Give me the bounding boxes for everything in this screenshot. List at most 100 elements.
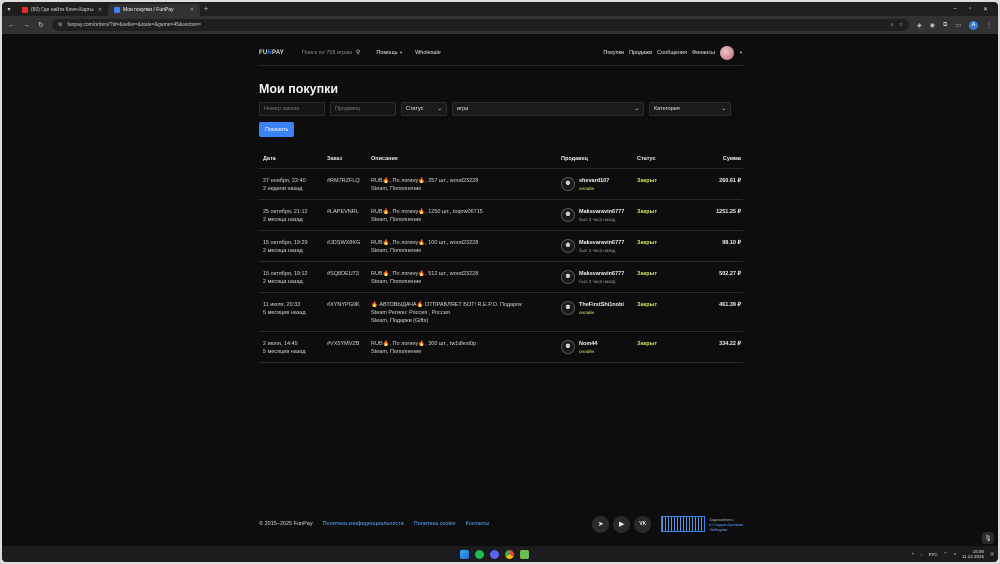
windows-start-icon[interactable] <box>460 549 469 559</box>
tab-title: Мои покупки / FunPay <box>123 7 174 13</box>
table-row[interactable]: 27 ноября, 22:40 2 недели назад #RM7RZFLQ R… <box>259 168 743 200</box>
order-id[interactable]: #RM7RZFLQ <box>323 168 367 200</box>
column-order: Заказ <box>323 150 367 169</box>
cookie-link[interactable]: Политика cookie <box>414 521 456 527</box>
bookmark-star-icon[interactable]: ☆ <box>899 22 903 28</box>
forward-icon[interactable]: → <box>23 22 30 29</box>
search-icon[interactable]: ⚲ <box>356 49 360 56</box>
seller-avatar[interactable]: ⚉ <box>561 339 575 354</box>
seller-cell[interactable]: ⚉ Maksvaravin6777 был 3 часа назад <box>557 230 633 262</box>
table-row[interactable]: 25 октября, 21:12 2 месяца назад #LAPEVNRL… <box>259 199 743 231</box>
seller-name[interactable]: Nom44 <box>579 341 597 347</box>
browser-menu-icon[interactable]: ⋮ <box>986 22 992 29</box>
seller-avatar[interactable]: ⚉ <box>561 176 575 191</box>
seller-cell[interactable]: ⚉ Maksvaravin6777 был 3 часа назад <box>557 261 633 293</box>
status-select[interactable]: Статус ⌄ <box>401 102 447 116</box>
seller-cell[interactable]: ⚉ shevard107 онлайн <box>557 168 633 200</box>
nav-help[interactable]: Помощь ▼ <box>376 50 403 56</box>
close-tab-icon[interactable]: ✕ <box>190 7 194 13</box>
order-desc-cell: RUB🔥, По логину🔥, 1250 шт., toqnw06715 St… <box>367 199 557 231</box>
order-ago: 5 месяцев назад <box>263 309 306 316</box>
spotify-icon[interactable] <box>475 549 484 559</box>
chevron-down-icon[interactable]: ▼ <box>739 50 743 55</box>
youtube-icon[interactable]: ▶ <box>613 515 631 533</box>
microphone-icon[interactable]: 🎙 <box>982 532 994 544</box>
category-select-value: Категория <box>654 106 680 112</box>
tray-mic-icon[interactable]: ◌ <box>920 552 923 557</box>
show-button[interactable]: Показать <box>259 122 295 137</box>
order-desc-line2: Steam, Пополнение <box>371 185 422 192</box>
seller-status: онлайн <box>579 309 595 315</box>
extensions-puzzle-icon[interactable]: ⧉ <box>943 22 947 29</box>
address-bar[interactable]: ⚙ funpay.com/orders/?id=&seller=&state=&… <box>51 19 910 31</box>
table-row[interactable]: 15 октября, 19:12 2 месяца назад #SQ8DEU73… <box>259 261 743 293</box>
nav-messages[interactable]: Сообщения <box>657 50 687 56</box>
seller-name[interactable]: TheFirstShi1nobi <box>579 302 624 308</box>
order-id[interactable]: #JDSWX8KG <box>323 230 367 262</box>
volume-icon[interactable]: ◃ <box>954 551 956 557</box>
table-row[interactable]: 11 июля, 20:33 5 месяцев назад #XYNYPG9K 🔥 … <box>259 292 743 332</box>
seller-avatar[interactable]: ⚉ <box>561 300 575 315</box>
funpay-logo[interactable]: FUNPAY <box>259 50 284 56</box>
extension-icon[interactable]: ◈ <box>917 22 922 29</box>
back-icon[interactable]: ← <box>8 22 15 29</box>
reload-icon[interactable]: ↻ <box>38 21 44 29</box>
clock[interactable]: 15:56 11.12.2025 <box>962 549 984 559</box>
seller-name[interactable]: Maksvaravin6777 <box>579 209 624 215</box>
order-id[interactable]: #LAPEVNRL <box>323 199 367 231</box>
chrome-icon[interactable] <box>505 549 514 559</box>
seller-input[interactable]: Продавец <box>330 102 396 116</box>
nav-purchases[interactable]: Покупки <box>603 50 624 56</box>
url-text[interactable]: funpay.com/orders/?id=&seller=&state=&ga… <box>67 22 886 28</box>
extension-icon-2[interactable]: ◉ <box>930 22 935 29</box>
seller-avatar[interactable]: ⚉ <box>561 238 575 253</box>
nav-wholesale[interactable]: Wholesale <box>415 50 441 56</box>
order-ago: 2 месяца назад <box>263 247 303 254</box>
order-desc-part: АВТОВЫДАЧА <box>377 301 417 308</box>
privacy-link[interactable]: Политика конфиденциальности <box>323 521 404 527</box>
table-row[interactable]: 2 июля, 14:45 5 месяцев назад #VX5YMVZB RUB… <box>259 331 743 363</box>
seller-cell[interactable]: ⚉ Maksvaravin6777 был 3 часа назад <box>557 199 633 231</box>
seller-avatar[interactable]: ⚉ <box>561 207 575 222</box>
new-tab-button[interactable]: + <box>200 6 212 13</box>
contacts-link[interactable]: Контакты <box>466 521 490 527</box>
order-id[interactable]: #VX5YMVZB <box>323 331 367 363</box>
zoom-icon[interactable]: ⌕ <box>891 22 894 28</box>
tab-funpay[interactable]: Мои покупки / FunPay ✕ <box>108 4 200 16</box>
telegram-icon[interactable]: ➤ <box>592 515 610 533</box>
sidebar-icon[interactable]: ▭ <box>955 22 961 29</box>
tab-search-icon[interactable]: ▾ <box>2 6 16 13</box>
seller-cell[interactable]: ⚉ Nom44 онлайн <box>557 331 633 363</box>
order-number-input[interactable]: Номер заказа <box>259 102 325 116</box>
vk-icon[interactable]: VK <box>634 515 652 533</box>
order-id[interactable]: #SQ8DEU73 <box>323 261 367 293</box>
maximize-icon[interactable]: ▫ <box>969 6 971 13</box>
seller-name[interactable]: Maksvaravin6777 <box>579 240 624 246</box>
search-field[interactable]: Поиск по 758 играм ⚲ <box>302 49 360 57</box>
minimize-icon[interactable]: – <box>953 6 956 13</box>
seller-cell[interactable]: ⚉ TheFirstShi1nobi онлайн <box>557 292 633 332</box>
app-icon[interactable] <box>520 549 529 559</box>
browser-window: ▾ (80) Где найти Ключ-Карты на ✕ Мои пок… <box>2 2 998 562</box>
order-id[interactable]: #XYNYPG9K <box>323 292 367 332</box>
language-indicator[interactable]: РУС <box>929 552 938 557</box>
category-select[interactable]: Категория ⌄ <box>649 102 731 116</box>
profile-avatar-icon[interactable]: A <box>969 20 978 30</box>
seller-avatar[interactable]: ⚉ <box>561 269 575 284</box>
user-avatar[interactable] <box>720 45 735 60</box>
seller-name[interactable]: shevard107 <box>579 178 609 184</box>
tray-chevron-icon[interactable]: ^ <box>912 552 914 557</box>
nav-finance[interactable]: Финансы <box>692 50 715 56</box>
seller-name[interactable]: Maksvaravin6777 <box>579 271 624 277</box>
site-info-icon[interactable]: ⚙ <box>58 22 62 28</box>
nav-sales[interactable]: Продажи <box>629 50 652 56</box>
close-window-icon[interactable]: ✕ <box>983 6 988 13</box>
network-icon[interactable]: ◠ <box>944 551 948 557</box>
discord-icon[interactable] <box>490 549 499 559</box>
table-row[interactable]: 15 октября, 19:29 2 месяца назад #JDSWX8KG… <box>259 230 743 262</box>
notification-icon[interactable]: ◎ <box>990 551 994 557</box>
game-select[interactable]: игра ⌄ <box>452 102 644 116</box>
close-tab-icon[interactable]: ✕ <box>98 7 102 13</box>
studio-credit[interactable]: Задизайнено в Студии Артемия Лебедева <box>661 516 743 532</box>
tab-youtube[interactable]: (80) Где найти Ключ-Карты на ✕ <box>16 4 108 16</box>
